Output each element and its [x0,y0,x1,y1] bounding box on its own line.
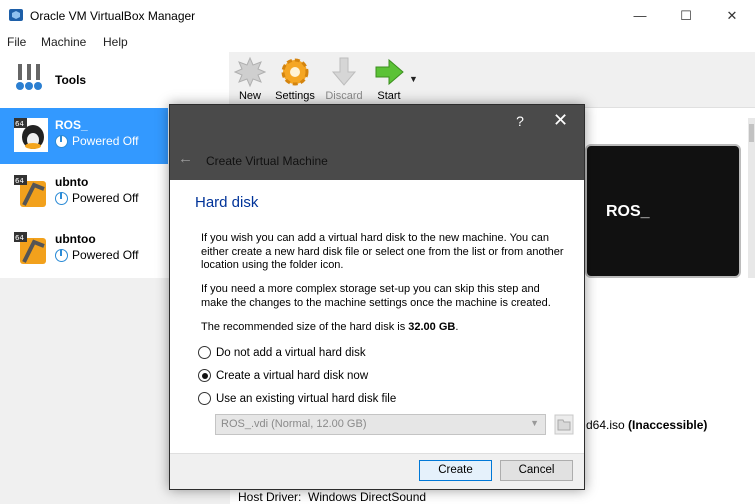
new-label: New [238,90,261,102]
cancel-button[interactable]: Cancel [500,460,573,481]
discard-arrow-icon [331,57,357,86]
recommended-size-suffix: . [455,321,459,333]
preview-vm-name: ROS_ [606,203,650,220]
minimize-icon: — [633,8,647,23]
radio-no-disk-label: Do not add a virtual hard disk [216,346,366,359]
virtualbox-logo-icon [9,9,23,21]
dialog-heading: Hard disk [195,194,259,211]
maximize-button[interactable]: ☐ [663,0,709,31]
create-button[interactable]: Create [419,460,492,481]
vm-name: ubnto [55,175,89,189]
power-off-icon [55,134,68,148]
existing-disk-combo-value: ROS_.vdi (Normal, 12.00 GB) [221,418,367,430]
dialog-title: Create Virtual Machine [206,154,328,168]
recommended-size-text: The recommended size of the hard disk is [201,321,409,333]
start-button[interactable]: Start [364,56,414,108]
gear-icon [281,58,309,86]
ros-os-icon: 64 [14,118,48,152]
folder-browse-icon[interactable] [554,414,574,435]
vm-name: ROS_ [55,118,88,132]
vm-state-label: Powered Off [72,134,139,148]
dialog-paragraph-1: If you wish you can add a virtual hard d… [201,232,564,271]
svg-text:64: 64 [15,120,24,128]
vm-state-label: Powered Off [72,248,139,262]
menu-machine[interactable]: Machine [41,35,86,49]
minimize-button[interactable]: — [617,0,663,31]
storage-entry: d64.iso (Inaccessible) [586,418,707,432]
menu-file[interactable]: File [7,35,26,49]
dialog-close-button[interactable]: ✕ [553,110,568,131]
new-button[interactable]: New [225,56,275,108]
existing-disk-combo[interactable]: ROS_.vdi (Normal, 12.00 GB) ▼ [215,414,546,435]
close-button[interactable]: ✕ [709,0,755,31]
svg-text:64: 64 [15,234,24,242]
start-dropdown-icon[interactable]: ▼ [409,74,418,84]
inaccessible-label: (Inaccessible) [628,418,708,432]
menu-help[interactable]: Help [103,35,128,49]
start-arrow-icon [375,58,404,86]
vm-state: Powered Off [55,248,138,262]
radio-create-disk-label: Create a virtual hard disk now [216,369,369,382]
host-driver-value: Windows DirectSound [308,490,427,504]
dialog-body [170,180,584,454]
vm-state: Powered Off [55,134,138,148]
vm-state-label: Powered Off [72,191,139,205]
discard-button[interactable]: Discard [319,56,369,108]
recommended-size-value: 32.00 GB [408,321,456,333]
discard-label: Discard [325,90,363,102]
power-off-icon [55,191,68,205]
close-icon: ✕ [726,7,738,23]
radio-button-checked[interactable] [198,369,211,382]
details-scrollbar-thumb[interactable] [749,124,754,142]
new-icon [234,56,266,88]
radio-no-disk[interactable]: Do not add a virtual hard disk [198,346,366,359]
start-label: Start [377,90,401,102]
window-title: Oracle VM VirtualBox Manager [30,9,196,23]
radio-button[interactable] [198,392,211,405]
storage-file: d64.iso [586,418,625,432]
dialog-help-button[interactable]: ? [514,113,526,129]
dialog-title-text: Create Virtual Machine [206,154,328,168]
power-off-icon [55,248,68,262]
vm-item-ros[interactable]: 64 ROS_ Powered Off [0,108,168,164]
ubuntu-os-icon: 64 [14,232,48,266]
maximize-icon: ☐ [680,7,692,23]
dialog-paragraph-3: The recommended size of the hard disk is… [201,321,566,335]
dialog-paragraph-2: If you need a more complex storage set-u… [201,283,551,309]
host-driver-label: Host Driver: [238,490,302,504]
vm-item-ubntoo[interactable]: 64 ubntoo Powered Off [0,222,168,278]
vm-name: ubntoo [55,232,96,246]
radio-existing-disk[interactable]: Use an existing virtual hard disk file [198,392,396,405]
ubuntu-os-icon: 64 [14,175,48,209]
radio-existing-disk-label: Use an existing virtual hard disk file [216,392,397,405]
tools-label: Tools [55,73,87,87]
settings-button[interactable]: Settings [270,56,320,108]
tools-icon [16,64,42,90]
vm-state: Powered Off [55,191,138,205]
create-vm-dialog: ? ✕ ← Create Virtual Machine Hard disk I… [169,104,585,490]
radio-button[interactable] [198,346,211,359]
vm-item-ubnto[interactable]: 64 ubnto Powered Off [0,165,168,221]
radio-create-disk[interactable]: Create a virtual hard disk now [198,369,368,382]
svg-text:64: 64 [15,177,24,185]
settings-label: Settings [275,90,315,102]
chevron-down-icon: ▼ [530,418,539,428]
back-arrow-icon[interactable]: ← [178,150,193,167]
details-scrollbar[interactable] [748,118,755,278]
